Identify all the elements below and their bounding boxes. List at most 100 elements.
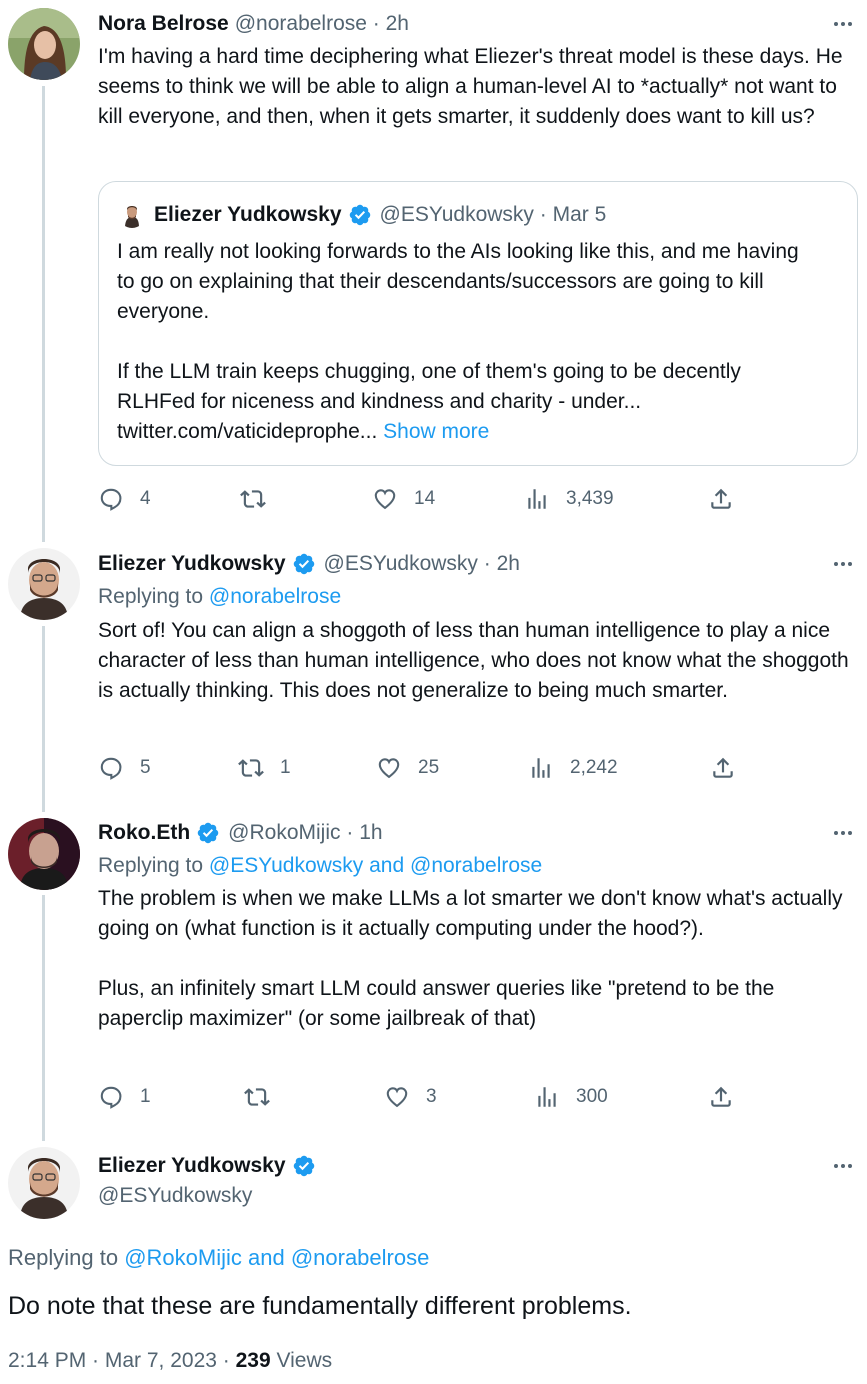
avatar[interactable] xyxy=(8,1147,80,1219)
quote-author-handle[interactable]: @ESYudkowsky xyxy=(380,201,534,229)
tweet-header: Nora Belrose @norabelrose · 2h xyxy=(98,10,409,38)
replying-to-link[interactable]: @RokoMijic and @norabelrose xyxy=(124,1245,429,1270)
more-options-icon[interactable] xyxy=(831,552,855,576)
timestamp[interactable]: 2:14 PM · Mar 7, 2023 · xyxy=(8,1349,236,1372)
quote-time[interactable]: Mar 5 xyxy=(553,201,607,229)
replying-to: Replying to @RokoMijic and @norabelrose xyxy=(8,1243,429,1273)
replying-to: Replying to @norabelrose xyxy=(98,583,341,611)
views-count: 2,242 xyxy=(570,757,618,778)
author-handle[interactable]: @ESYudkowsky xyxy=(324,550,478,578)
author-name[interactable]: Eliezer Yudkowsky xyxy=(98,550,286,578)
more-options-icon[interactable] xyxy=(831,1154,855,1178)
author-handle[interactable]: @RokoMijic xyxy=(228,819,340,847)
tweet-time[interactable]: 2h xyxy=(386,10,409,38)
share-icon xyxy=(713,757,733,778)
reply-button[interactable]: 5 xyxy=(98,753,151,783)
more-options-icon[interactable] xyxy=(831,821,855,845)
views-icon xyxy=(538,1087,556,1107)
reply-button[interactable]: 1 xyxy=(98,1082,151,1112)
replying-prefix: Replying to xyxy=(98,854,204,877)
views-button[interactable]: 3,439 xyxy=(524,484,614,514)
verified-badge-icon xyxy=(292,552,316,576)
quote-avatar xyxy=(119,202,145,228)
like-button[interactable]: 14 xyxy=(372,484,435,514)
tweet-text: The problem is when we make LLMs a lot s… xyxy=(98,887,843,1030)
views-label: Views xyxy=(270,1349,333,1372)
reply-icon xyxy=(100,1086,122,1109)
author-handle[interactable]: @ESYudkowsky xyxy=(98,1182,252,1210)
like-button[interactable]: 3 xyxy=(384,1082,437,1112)
main-tweet-header: Eliezer Yudkowsky xyxy=(98,1152,320,1180)
separator: · xyxy=(477,552,497,575)
main-tweet-handle-row: @ESYudkowsky xyxy=(98,1182,252,1210)
share-icon xyxy=(711,1086,731,1107)
reply-icon xyxy=(100,757,122,780)
like-count: 25 xyxy=(418,757,440,778)
author-handle[interactable]: @norabelrose xyxy=(235,10,367,38)
like-count: 14 xyxy=(414,488,436,509)
reply-count: 4 xyxy=(140,488,151,509)
share-button[interactable] xyxy=(710,753,736,783)
tweet-header: Roko.Eth @RokoMijic · 1h xyxy=(98,819,383,847)
thread-line xyxy=(42,86,45,542)
replying-prefix: Replying to xyxy=(98,585,204,608)
reply-count: 5 xyxy=(140,757,151,778)
retweet-button[interactable] xyxy=(244,1082,286,1112)
avatar[interactable] xyxy=(8,818,80,890)
views-button[interactable]: 2,242 xyxy=(528,753,618,783)
thread-line xyxy=(42,895,45,1141)
views-count: 300 xyxy=(576,1086,608,1107)
author-name[interactable]: Eliezer Yudkowsky xyxy=(98,1152,286,1180)
author-name[interactable]: Nora Belrose xyxy=(98,10,229,38)
views-count: 239 xyxy=(235,1349,271,1372)
replying-to: Replying to @ESYudkowsky and @norabelros… xyxy=(98,852,542,880)
replying-prefix: Replying to xyxy=(8,1245,119,1270)
main-tweet-text: Do note that these are fundamentally dif… xyxy=(8,1292,632,1320)
quote-tweet-card[interactable]: Eliezer Yudkowsky @ESYudkowsky · Mar 5 I… xyxy=(98,181,858,466)
retweet-button[interactable]: 1 xyxy=(238,753,291,783)
share-icon xyxy=(711,488,731,509)
replying-to-link[interactable]: @ESYudkowsky and @norabelrose xyxy=(209,854,542,877)
retweet-count: 1 xyxy=(280,757,291,778)
separator: · xyxy=(533,203,553,226)
tweet-actions: 4 14 3,439 xyxy=(98,484,748,514)
tweet-time[interactable]: 2h xyxy=(497,550,520,578)
quote-text: I am really not looking forwards to the … xyxy=(117,237,817,447)
tweet-actions: 1 3 300 xyxy=(98,1082,748,1112)
quote-text-body: I am really not looking forwards to the … xyxy=(117,240,799,443)
tweet-header: Eliezer Yudkowsky @ESYudkowsky · 2h xyxy=(98,550,520,578)
share-button[interactable] xyxy=(708,1082,734,1112)
tweet-text: I'm having a hard time deciphering what … xyxy=(98,45,849,128)
show-more-link[interactable]: Show more xyxy=(383,420,489,443)
views-button[interactable]: 300 xyxy=(534,1082,608,1112)
verified-badge-icon xyxy=(348,203,372,227)
avatar[interactable] xyxy=(8,8,80,80)
author-name[interactable]: Roko.Eth xyxy=(98,819,190,847)
quote-author-name[interactable]: Eliezer Yudkowsky xyxy=(154,201,342,229)
heart-icon xyxy=(374,489,396,510)
replying-to-link[interactable]: @norabelrose xyxy=(209,585,341,608)
tweet-text: Sort of! You can align a shoggoth of les… xyxy=(98,619,855,702)
views-icon xyxy=(532,758,550,778)
retweet-icon xyxy=(244,1088,270,1106)
tweet-meta: 2:14 PM · Mar 7, 2023 · 239 Views xyxy=(8,1347,332,1375)
verified-badge-icon xyxy=(292,1154,316,1178)
avatar[interactable] xyxy=(8,548,80,620)
share-button[interactable] xyxy=(708,484,734,514)
reply-button[interactable]: 4 xyxy=(98,484,151,514)
tweet-time[interactable]: 1h xyxy=(359,819,382,847)
views-count: 3,439 xyxy=(566,488,614,509)
quote-header: Eliezer Yudkowsky @ESYudkowsky · Mar 5 xyxy=(119,201,606,229)
verified-badge-icon xyxy=(196,821,220,845)
separator: · xyxy=(340,821,360,844)
more-options-icon[interactable] xyxy=(831,12,855,36)
heart-icon xyxy=(386,1087,408,1108)
like-button[interactable]: 25 xyxy=(376,753,439,783)
retweet-icon xyxy=(240,490,266,508)
like-count: 3 xyxy=(426,1086,437,1107)
reply-count: 1 xyxy=(140,1086,151,1107)
retweet-icon xyxy=(238,759,264,777)
retweet-button[interactable] xyxy=(240,484,282,514)
tweet-actions: 5 1 25 2,242 xyxy=(98,753,748,783)
heart-icon xyxy=(378,758,400,779)
